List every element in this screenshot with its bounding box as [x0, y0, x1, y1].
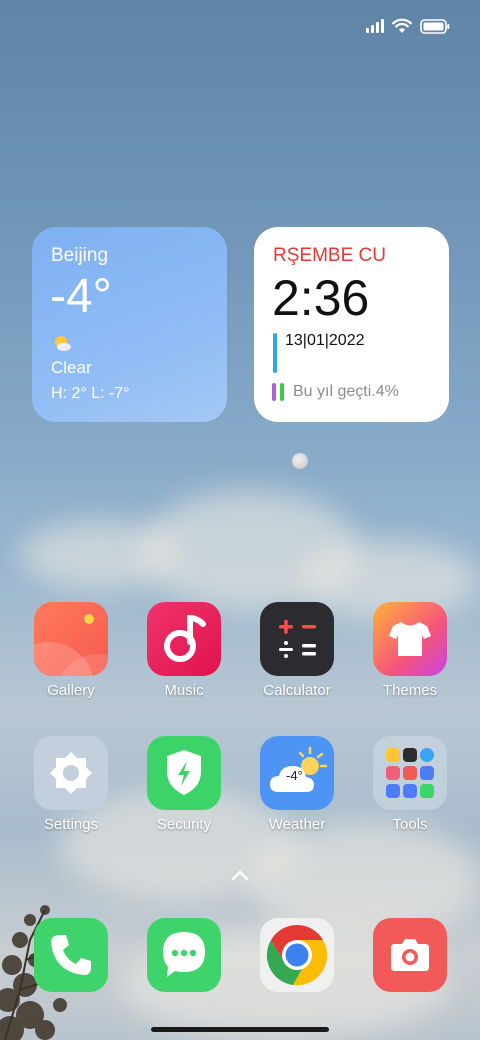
progress-accent-bar-purple	[272, 383, 276, 401]
year-progress-text: Bu yıl geçti.4%	[293, 383, 399, 400]
app-settings[interactable]: Settings	[21, 736, 121, 833]
weather-temperature: -4°	[50, 270, 112, 323]
progress-accent-bar-green	[280, 383, 284, 401]
weather-high-low: H: 2° L: -7°	[51, 385, 130, 402]
mini-app-icon	[403, 784, 417, 798]
phone-icon	[34, 918, 108, 992]
app-music[interactable]: Music	[134, 602, 234, 699]
message-icon	[147, 918, 221, 992]
app-label: Security	[156, 816, 212, 833]
chevron-up-icon[interactable]	[231, 868, 249, 882]
clock-widget[interactable]: RŞEMBE CU 2:36 13|01|2022 Bu yıl geçti.4…	[254, 227, 449, 422]
date-accent-bar	[273, 333, 277, 373]
app-weather[interactable]: -4° Weather	[247, 736, 347, 833]
mini-app-icon	[386, 748, 400, 762]
mini-app-icon	[420, 784, 434, 798]
mini-app-icon	[386, 766, 400, 780]
dock-chrome[interactable]	[247, 918, 347, 992]
sun-cloud-icon	[55, 336, 71, 351]
battery-icon	[420, 18, 450, 34]
weather-icon: -4°	[260, 736, 334, 810]
home-indicator[interactable]	[151, 1027, 329, 1032]
app-label: Settings	[43, 816, 99, 833]
app-label: Weather	[268, 816, 326, 833]
app-calculator[interactable]: Calculator	[247, 602, 347, 699]
app-label: Calculator	[263, 682, 331, 699]
folder-icon	[373, 736, 447, 810]
mini-app-icon	[420, 766, 434, 780]
chrome-icon	[260, 918, 334, 992]
shield-icon	[147, 736, 221, 810]
clock-date: 13|01|2022	[285, 332, 365, 349]
mini-app-icon	[403, 748, 417, 762]
mini-app-icon	[403, 766, 417, 780]
app-label: Gallery	[47, 682, 95, 699]
weather-condition: Clear	[51, 358, 92, 377]
clock-time: 2:36	[272, 270, 370, 326]
tshirt-icon	[373, 602, 447, 676]
weather-city: Beijing	[51, 245, 109, 266]
clock-day: RŞEMBE CU	[273, 245, 386, 266]
mini-app-icon	[386, 784, 400, 798]
wifi-icon	[392, 18, 412, 33]
dock-phone[interactable]	[21, 918, 121, 992]
app-security[interactable]: Security	[134, 736, 234, 833]
app-label: Music	[164, 682, 204, 699]
gear-icon	[34, 736, 108, 810]
weather-badge: -4°	[286, 768, 303, 783]
gallery-icon	[34, 602, 108, 676]
app-folder-tools[interactable]: Tools	[360, 736, 460, 833]
signal-icon	[366, 19, 384, 33]
dock-camera[interactable]	[360, 918, 460, 992]
app-label: Themes	[382, 682, 438, 699]
camera-icon	[373, 918, 447, 992]
status-bar	[366, 18, 450, 34]
mini-app-icon	[420, 748, 434, 762]
app-label: Tools	[392, 816, 428, 833]
app-themes[interactable]: Themes	[360, 602, 460, 699]
dock-messaging[interactable]	[134, 918, 234, 992]
music-icon	[147, 602, 221, 676]
weather-widget[interactable]: Beijing -4° Clear H: 2° L: -7°	[32, 227, 227, 422]
moon	[292, 453, 308, 469]
app-gallery[interactable]: Gallery	[21, 602, 121, 699]
calculator-icon	[260, 602, 334, 676]
